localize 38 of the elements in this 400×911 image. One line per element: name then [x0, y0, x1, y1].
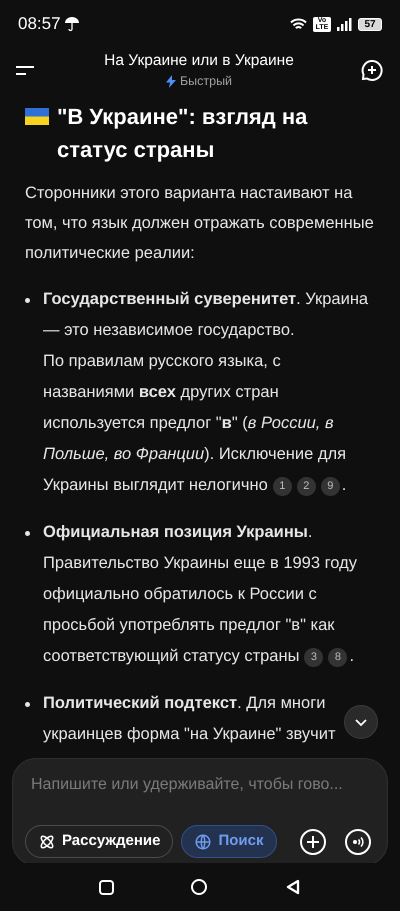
home-button[interactable]	[191, 879, 208, 895]
battery-indicator: 57	[358, 18, 382, 30]
plus-icon	[306, 834, 320, 848]
back-button[interactable]	[285, 879, 302, 895]
citation-badge[interactable]: 9	[320, 477, 340, 496]
recents-button[interactable]	[98, 880, 114, 894]
intro-paragraph: Сторонники этого варианта настаивают на том, что язык должен отражать современные политические реалии:	[25, 183, 375, 264]
search-toggle[interactable]: Поиск	[181, 825, 276, 858]
period-mark: .	[349, 647, 354, 665]
chat-title: На Украине или в Украине	[104, 51, 294, 71]
bullet-text: Политический подтекст. Для многи украинцев форма "на Украине" звучит	[43, 693, 337, 745]
add-button[interactable]	[300, 828, 326, 854]
voice-icon	[351, 834, 365, 848]
period-mark: .	[342, 476, 346, 494]
bullet-text: Государственный суверенитет. Украина — это независимое государство.	[43, 289, 370, 341]
voice-button[interactable]	[345, 828, 371, 854]
chevron-down-icon	[354, 718, 368, 726]
new-chat-button[interactable]	[360, 58, 384, 82]
bullet-text: Официальная позиция Украины. Правительство Украины еще в 1993 году официально обратилось к России с просьбой употреблять предлог "в" как соответствующий статусу страны 3 8 .	[43, 522, 358, 669]
globe-icon	[194, 832, 212, 850]
section-heading: "В Украине": взгляд на статус страны	[57, 103, 308, 164]
scroll-down-button[interactable]	[344, 705, 378, 739]
umbrella-icon	[64, 16, 79, 32]
bullet-text: По правилам русского языка, с названиями всех других стран используется предлог "в" (в России, в Польше, во Франции). Исключение для Украины выглядит нелогично 1 2 9 .	[43, 351, 348, 498]
citation-badge[interactable]: 1	[272, 477, 292, 496]
atom-icon	[38, 832, 56, 850]
wifi-icon	[290, 18, 307, 30]
clock-time: 08:57	[18, 13, 61, 36]
citation-badge[interactable]: 3	[304, 648, 324, 667]
message-composer[interactable]: Напишите или удерживайте, чтобы гово... Рассуждение Поиск	[12, 758, 388, 863]
citation-badge[interactable]: 8	[328, 648, 348, 667]
citation-badge[interactable]: 2	[296, 477, 316, 496]
message-input[interactable]: Напишите или удерживайте, чтобы гово...	[25, 769, 375, 801]
model-mode: Быстрый	[180, 73, 232, 90]
signal-icon	[337, 18, 352, 30]
lightning-icon	[166, 75, 176, 88]
flag-icon	[25, 108, 49, 125]
reasoning-toggle[interactable]: Рассуждение	[25, 825, 174, 858]
